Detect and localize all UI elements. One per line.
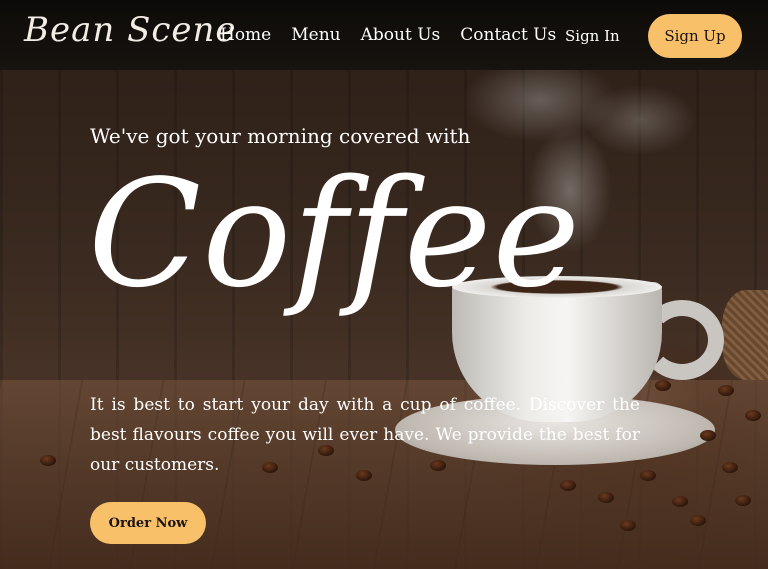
coffee-bean (700, 430, 716, 441)
nav-link-about-us[interactable]: About Us (361, 25, 441, 45)
sign-up-button[interactable]: Sign Up (648, 14, 742, 58)
coffee-bean (690, 515, 706, 526)
coffee-bean (722, 462, 738, 473)
landing-page: Bean Scene Home Menu About Us Contact Us… (0, 0, 768, 569)
nav-link-menu[interactable]: Menu (291, 25, 340, 45)
hero-description: It is best to start your day with a cup … (90, 395, 640, 475)
coffee-bean (655, 380, 671, 391)
burlap-sack-image (722, 290, 768, 380)
sign-in-link[interactable]: Sign In (565, 27, 620, 45)
brand-logo[interactable]: Bean Scene (24, 10, 237, 50)
order-now-button[interactable]: Order Now (90, 502, 206, 544)
nav-links: Home Menu About Us Contact Us (220, 25, 576, 45)
hero-headline: Coffee (88, 148, 582, 320)
coffee-bean (745, 410, 761, 421)
coffee-bean (40, 455, 56, 466)
hero-tagline: We've got your morning covered with (90, 124, 471, 148)
top-navbar: Bean Scene Home Menu About Us Contact Us… (0, 0, 768, 70)
coffee-bean (735, 495, 751, 506)
coffee-bean (672, 496, 688, 507)
coffee-bean (718, 385, 734, 396)
coffee-bean (598, 492, 614, 503)
coffee-bean (620, 520, 636, 531)
coffee-bean (560, 480, 576, 491)
nav-link-home[interactable]: Home (220, 25, 271, 45)
nav-link-contact-us[interactable]: Contact Us (460, 25, 556, 45)
coffee-bean (640, 470, 656, 481)
